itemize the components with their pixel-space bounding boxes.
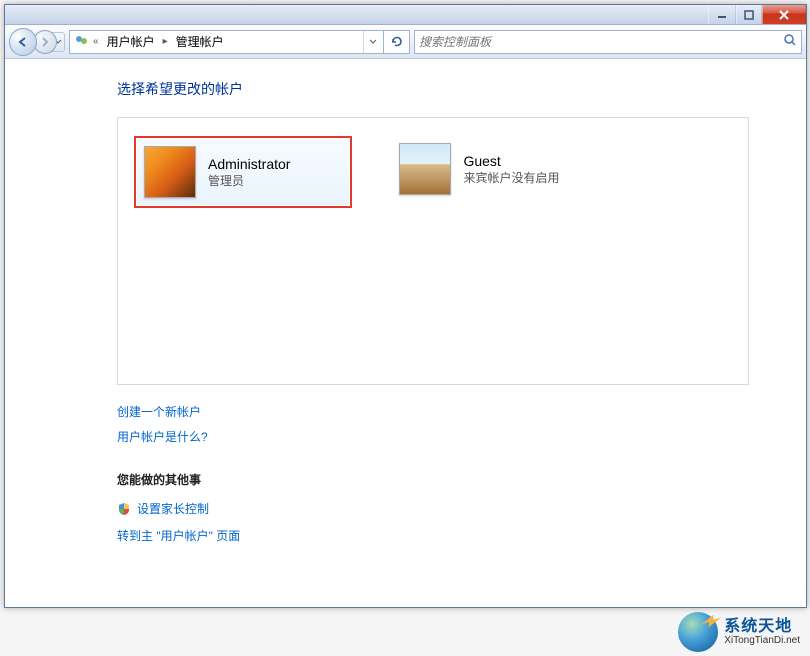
back-button[interactable] — [9, 28, 37, 56]
account-name: Guest — [463, 153, 559, 169]
chevron-down-icon — [369, 39, 377, 45]
maximize-button[interactable] — [736, 5, 762, 24]
shield-icon — [117, 502, 131, 516]
refresh-icon — [390, 35, 404, 49]
titlebar — [5, 5, 806, 25]
other-things-title: 您能做的其他事 — [117, 471, 749, 488]
refresh-button[interactable] — [384, 30, 410, 54]
minimize-button[interactable] — [708, 5, 736, 24]
account-type: 管理员 — [208, 172, 290, 189]
link-goto-main[interactable]: 转到主 "用户帐户" 页面 — [117, 527, 749, 544]
link-create-account[interactable]: 创建一个新帐户 — [117, 403, 749, 420]
page-heading: 选择希望更改的帐户 — [117, 79, 749, 99]
breadcrumb-seg-users[interactable]: 用户帐户 — [102, 31, 160, 53]
link-label: 设置家长控制 — [137, 500, 209, 517]
breadcrumb[interactable]: « 用户帐户 ▸ 管理帐户 — [69, 30, 384, 54]
search-input[interactable] — [419, 35, 783, 49]
account-list-panel: Administrator 管理员 Guest 来宾帐户没有启用 — [117, 117, 749, 385]
navbar: « 用户帐户 ▸ 管理帐户 — [5, 25, 806, 59]
account-card-administrator[interactable]: Administrator 管理员 — [134, 136, 352, 208]
content-area: 选择希望更改的帐户 Administrator 管理员 Guest 来宾帐户没有… — [5, 59, 806, 607]
watermark: 系统天地 XiTongTianDi.net — [678, 612, 800, 652]
breadcrumb-seg-manage[interactable]: 管理帐户 — [171, 31, 229, 53]
watermark-subtitle: XiTongTianDi.net — [724, 635, 800, 646]
breadcrumb-dropdown[interactable] — [363, 31, 381, 53]
globe-icon — [678, 612, 718, 652]
link-label: 转到主 "用户帐户" 页面 — [117, 527, 240, 544]
search-box[interactable] — [414, 30, 802, 54]
arrow-right-icon — [39, 36, 51, 48]
account-picture-flower — [144, 146, 196, 198]
account-name: Administrator — [208, 156, 290, 172]
close-icon — [778, 9, 790, 21]
link-what-is-account[interactable]: 用户帐户是什么? — [117, 428, 749, 445]
arrow-left-icon — [16, 35, 30, 49]
account-card-guest[interactable]: Guest 来宾帐户没有启用 — [392, 136, 588, 202]
maximize-icon — [744, 10, 754, 20]
nav-buttons — [9, 28, 65, 56]
account-picture-suitcase — [399, 143, 451, 195]
minimize-icon — [717, 10, 727, 20]
control-panel-window: « 用户帐户 ▸ 管理帐户 选择希望更改的帐户 — [4, 4, 807, 608]
watermark-title: 系统天地 — [724, 618, 800, 636]
links-group: 创建一个新帐户 用户帐户是什么? — [117, 403, 749, 445]
chevron-right-icon: ▸ — [160, 36, 171, 47]
user-accounts-icon — [72, 33, 90, 51]
link-parental-controls[interactable]: 设置家长控制 — [117, 500, 749, 517]
account-type: 来宾帐户没有启用 — [463, 169, 559, 186]
breadcrumb-prefix: « — [90, 36, 102, 47]
search-icon — [783, 33, 797, 50]
close-button[interactable] — [762, 5, 806, 24]
